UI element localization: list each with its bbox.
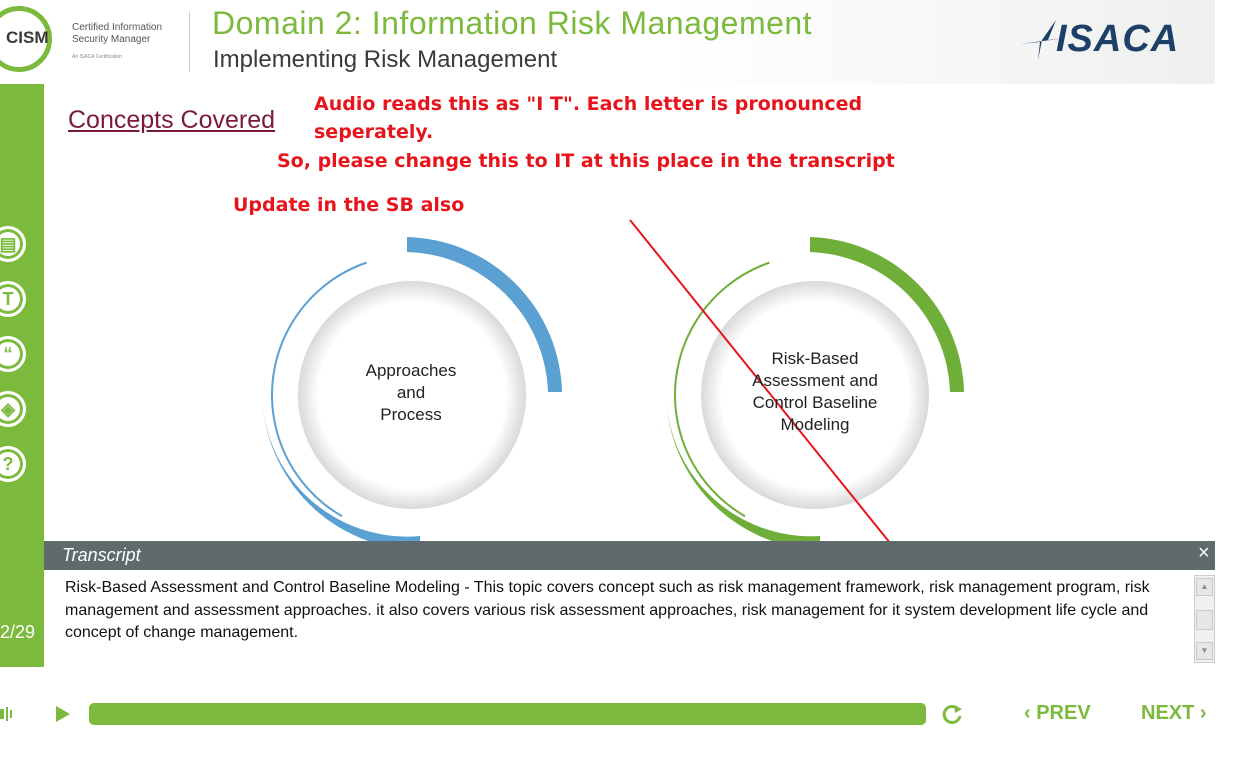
page-subtitle: Implementing Risk Management bbox=[213, 46, 558, 73]
replay-icon[interactable] bbox=[940, 703, 964, 727]
circle-right-line3: Control Baseline bbox=[752, 393, 878, 412]
progress-fill bbox=[89, 703, 926, 725]
chevron-left-icon: ‹ bbox=[1024, 702, 1037, 724]
header: CISM Certified Information Security Mana… bbox=[0, 0, 1215, 84]
annotation-note-2: So, please change this to IT at this pla… bbox=[277, 150, 895, 172]
isaca-logo: ISACA bbox=[1018, 18, 1188, 62]
page-title: Domain 2: Information Risk Management bbox=[212, 5, 813, 41]
circle-left-line1: Approaches bbox=[365, 361, 457, 380]
close-icon[interactable]: × bbox=[1198, 542, 1210, 565]
transcript-scrollbar[interactable]: ▲ ▼ bbox=[1194, 575, 1215, 663]
cism-abbr: CISM bbox=[6, 28, 49, 47]
transcript-text: Risk-Based Assessment and Control Baseli… bbox=[65, 579, 1150, 641]
annotation-note-3: Update in the SB also bbox=[233, 194, 465, 216]
cism-tagline: An ISACA Certification bbox=[72, 54, 123, 60]
cism-subtitle: Certified Information Security Manager bbox=[72, 22, 182, 46]
cism-logo: CISM Certified Information Security Mana… bbox=[0, 4, 188, 74]
help-icon[interactable]: ? bbox=[0, 446, 26, 482]
scroll-down-icon[interactable]: ▼ bbox=[1196, 642, 1213, 660]
layers-icon[interactable]: ◈ bbox=[0, 391, 26, 427]
player-controls: ‹ PREV NEXT › bbox=[0, 696, 1236, 732]
concepts-heading: Concepts Covered bbox=[68, 106, 276, 134]
chevron-right-icon: › bbox=[1194, 702, 1207, 724]
next-button[interactable]: NEXT › bbox=[1141, 702, 1207, 725]
circle-right-label: Risk-Based Assessment and Control Baseli… bbox=[740, 348, 890, 436]
prev-button[interactable]: ‹ PREV bbox=[1024, 702, 1091, 725]
cism-subtitle-line2: Security Manager bbox=[72, 34, 151, 45]
circle-right-line1: Risk-Based bbox=[771, 349, 859, 368]
circle-right-line2: Assessment and bbox=[752, 371, 878, 390]
transcript-title: Transcript bbox=[62, 545, 141, 565]
isaca-wordmark: ISACA bbox=[1056, 18, 1180, 60]
transcript-panel: Risk-Based Assessment and Control Baseli… bbox=[44, 570, 1194, 667]
scroll-up-icon[interactable]: ▲ bbox=[1196, 578, 1213, 596]
header-divider bbox=[189, 12, 190, 72]
circle-left-label: Approaches and Process bbox=[350, 360, 472, 426]
circle-right-line4: Modeling bbox=[780, 415, 850, 434]
transcript-icon[interactable]: T bbox=[0, 281, 26, 317]
circle-left-line3: Process bbox=[380, 405, 442, 424]
scroll-thumb[interactable] bbox=[1196, 610, 1213, 630]
quote-icon[interactable]: “ bbox=[0, 336, 26, 372]
next-label: NEXT bbox=[1141, 702, 1195, 724]
play-icon[interactable] bbox=[54, 704, 74, 726]
progress-bar[interactable] bbox=[89, 703, 926, 725]
sidebar: ▤ T “ ◈ ? bbox=[0, 84, 44, 667]
prev-label: PREV bbox=[1036, 702, 1091, 724]
cism-subtitle-line1: Certified Information bbox=[72, 22, 163, 33]
page-counter: 2/29 bbox=[0, 622, 36, 642]
transcript-header: Transcript × bbox=[44, 541, 1215, 570]
notes-icon[interactable]: ▤ bbox=[0, 226, 26, 262]
circle-left-line2: and bbox=[396, 383, 426, 402]
volume-icon[interactable] bbox=[0, 704, 12, 726]
annotation-note-1: Audio reads this as "I T". Each letter i… bbox=[314, 93, 863, 143]
